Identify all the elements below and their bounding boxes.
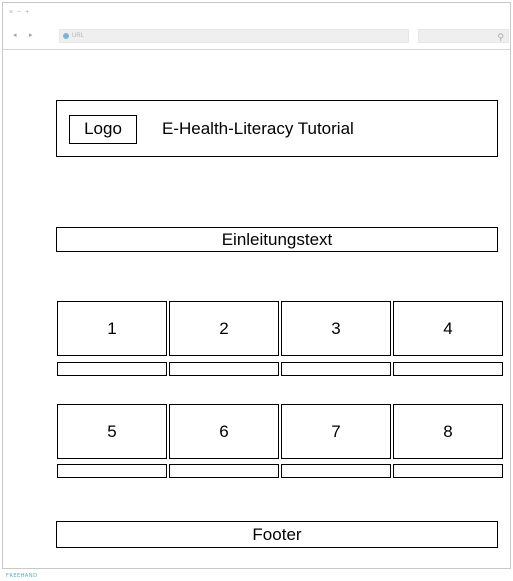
browser-chrome: × − + ◂ ▸ URL ⚲ — [3, 3, 510, 50]
tile-2[interactable]: 2 — [169, 301, 279, 356]
tile-3[interactable]: 3 — [281, 301, 391, 356]
tile-caption-bar — [281, 362, 391, 376]
intro-text: Einleitungstext — [56, 227, 498, 252]
forward-button[interactable]: ▸ — [29, 31, 33, 39]
tile-caption-bar — [57, 464, 167, 478]
tile-1[interactable]: 1 — [57, 301, 167, 356]
browser-window: × − + ◂ ▸ URL ⚲ — [2, 2, 511, 569]
logo[interactable]: Logo — [69, 115, 137, 144]
tile-caption-bar — [169, 362, 279, 376]
tile-caption-bar — [169, 464, 279, 478]
brand-mark: FREEHAND — [6, 573, 38, 579]
page-title: E-Health-Literacy Tutorial — [162, 119, 354, 138]
tile-caption-bar — [393, 362, 503, 376]
tile-6[interactable]: 6 — [169, 404, 279, 459]
header: Logo E-Health-Literacy Tutorial — [56, 100, 498, 157]
tile-7[interactable]: 7 — [281, 404, 391, 459]
tile-5[interactable]: 5 — [57, 404, 167, 459]
tile-caption-bar — [281, 464, 391, 478]
url-bar[interactable]: URL — [59, 29, 409, 43]
back-button[interactable]: ◂ — [13, 31, 17, 39]
search-icon[interactable]: ⚲ — [497, 31, 504, 43]
tile-8[interactable]: 8 — [393, 404, 503, 459]
tile-caption-bar — [393, 464, 503, 478]
globe-icon — [63, 33, 69, 39]
tile-caption-bar — [57, 362, 167, 376]
search-bar[interactable]: ⚲ — [418, 29, 509, 43]
url-placeholder: URL — [72, 33, 85, 39]
tile-4[interactable]: 4 — [393, 301, 503, 356]
footer: Footer — [56, 521, 498, 548]
window-controls[interactable]: × − + — [9, 9, 30, 16]
